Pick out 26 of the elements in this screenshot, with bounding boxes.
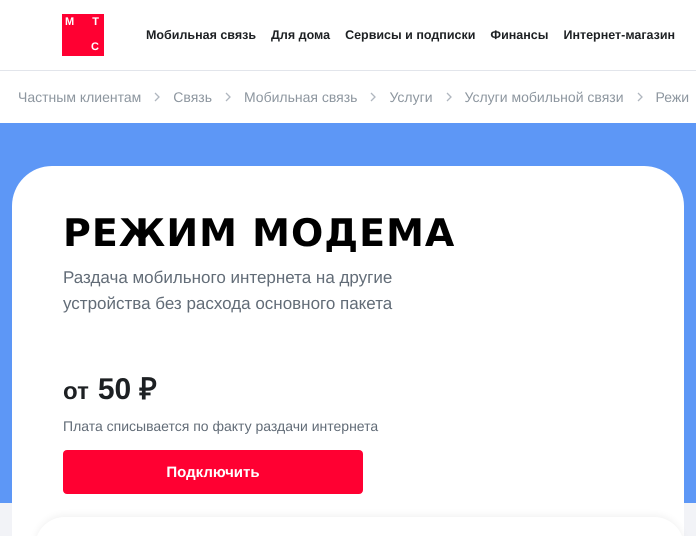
chevron-icon (224, 92, 231, 102)
breadcrumb-link[interactable]: Частным клиентам (18, 89, 142, 105)
nav-link[interactable]: Для дома (271, 28, 330, 42)
logo-letter: М (65, 17, 74, 28)
chevron-icon (446, 92, 452, 102)
logo-letter: С (91, 42, 99, 53)
chevron-icon (370, 92, 376, 102)
chevron-icon (154, 92, 160, 102)
breadcrumb-link[interactable]: Услуги мобильной связи (464, 89, 624, 105)
nav-link[interactable]: Мобильная связь (146, 28, 256, 42)
price: 50 ₽ (98, 372, 157, 408)
breadcrumb-link[interactable]: Мобильная связь (244, 89, 358, 105)
nav-link[interactable]: Сервисы и подписки (345, 28, 476, 42)
price-prefix: от (63, 378, 89, 406)
nav-link[interactable]: Интернет-магазин (563, 28, 676, 42)
chevron-icon (636, 92, 643, 102)
logo-letter: Т (92, 17, 99, 28)
breadcrumb-link[interactable]: Связь (173, 89, 212, 105)
subtitle: Раздача мобильного интернета на другие устройства без расхода основного пакета (63, 267, 394, 315)
breadcrumb-link[interactable]: Режи (656, 89, 690, 105)
page-title: РЕЖИМ МОДЕМА (63, 211, 456, 255)
connect-button[interactable]: Подключить (63, 450, 363, 494)
logo[interactable]: М Т С (62, 14, 104, 56)
price-note: Плата списывается по факту раздачи интернета (63, 418, 380, 434)
breadcrumb-link[interactable]: Услуги (389, 89, 433, 105)
nav-link[interactable]: Финансы (490, 28, 548, 42)
